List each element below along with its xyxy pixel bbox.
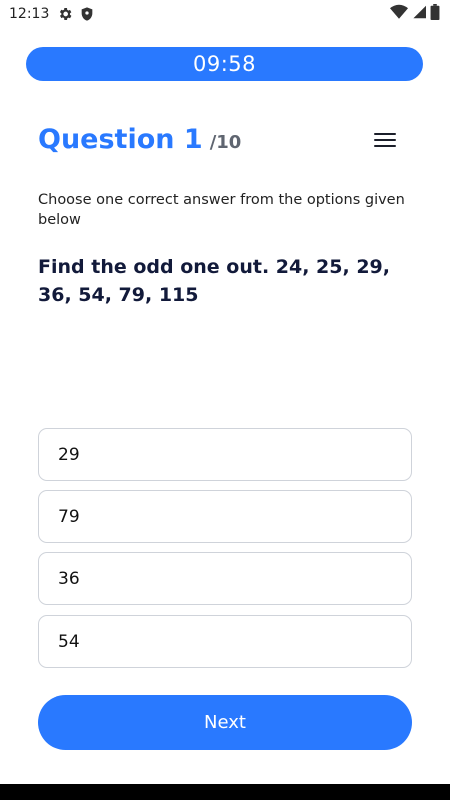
- wifi-icon: [390, 4, 408, 24]
- system-nav-bar: [0, 784, 450, 800]
- instruction-text: Choose one correct answer from the optio…: [38, 192, 405, 228]
- gear-icon: [57, 6, 73, 22]
- answer-option[interactable]: 29: [38, 428, 412, 481]
- shield-icon: [79, 6, 95, 22]
- question-total: /10: [209, 132, 242, 153]
- menu-icon[interactable]: [374, 130, 396, 150]
- option-label: 54: [58, 631, 80, 652]
- answer-option[interactable]: 54: [38, 615, 412, 668]
- answer-option[interactable]: 36: [38, 552, 412, 605]
- answer-option[interactable]: 79: [38, 490, 412, 543]
- next-button[interactable]: Next: [38, 695, 412, 750]
- question-header: Question 1 /10: [38, 124, 418, 160]
- option-label: 29: [58, 444, 80, 465]
- status-right-icons: [390, 4, 440, 24]
- question-number: Question 1: [38, 124, 203, 155]
- option-label: 36: [58, 568, 80, 589]
- countdown-timer: 09:58: [26, 47, 423, 81]
- question-text: Find the odd one out. 24, 25, 29, 36, 54…: [38, 256, 390, 306]
- status-bar: 12:13: [0, 0, 450, 28]
- timer-value: 09:58: [192, 52, 257, 76]
- signal-icon: [412, 4, 426, 24]
- option-label: 79: [58, 506, 80, 527]
- status-time: 12:13: [9, 6, 50, 22]
- battery-icon: [430, 4, 440, 24]
